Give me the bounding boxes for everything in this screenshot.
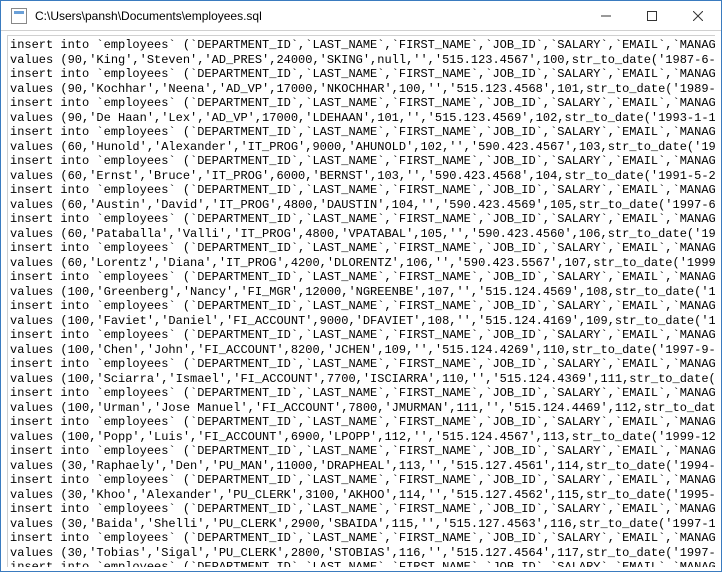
window-title: C:\Users\pansh\Documents\employees.sql bbox=[35, 9, 262, 23]
content-area: insert into `employees` (`DEPARTMENT_ID`… bbox=[1, 31, 721, 571]
sql-line: values (100,'Greenberg','Nancy','FI_MGR'… bbox=[10, 285, 715, 300]
sql-line: insert into `employees` (`DEPARTMENT_ID`… bbox=[10, 67, 715, 82]
sql-line: values (90,'King','Steven','AD_PRES',240… bbox=[10, 53, 715, 68]
maximize-button[interactable] bbox=[629, 1, 675, 30]
sql-line: insert into `employees` (`DEPARTMENT_ID`… bbox=[10, 212, 715, 227]
sql-line: values (100,'Chen','John','FI_ACCOUNT',8… bbox=[10, 343, 715, 358]
sql-line: values (30,'Khoo','Alexander','PU_CLERK'… bbox=[10, 488, 715, 503]
sql-line: insert into `employees` (`DEPARTMENT_ID`… bbox=[10, 386, 715, 401]
sql-line: values (30,'Baida','Shelli','PU_CLERK',2… bbox=[10, 517, 715, 532]
sql-line: insert into `employees` (`DEPARTMENT_ID`… bbox=[10, 96, 715, 111]
sql-line: values (100,'Popp','Luis','FI_ACCOUNT',6… bbox=[10, 430, 715, 445]
sql-line: insert into `employees` (`DEPARTMENT_ID`… bbox=[10, 299, 715, 314]
sql-line: values (100,'Sciarra','Ismael','FI_ACCOU… bbox=[10, 372, 715, 387]
sql-line: insert into `employees` (`DEPARTMENT_ID`… bbox=[10, 154, 715, 169]
sql-line: insert into `employees` (`DEPARTMENT_ID`… bbox=[10, 531, 715, 546]
sql-line: values (30,'Raphaely','Den','PU_MAN',110… bbox=[10, 459, 715, 474]
sql-line: values (60,'Lorentz','Diana','IT_PROG',4… bbox=[10, 256, 715, 271]
maximize-icon bbox=[647, 11, 657, 21]
window-controls bbox=[583, 1, 721, 30]
sql-line: insert into `employees` (`DEPARTMENT_ID`… bbox=[10, 125, 715, 140]
sql-line: insert into `employees` (`DEPARTMENT_ID`… bbox=[10, 415, 715, 430]
sql-line: values (60,'Pataballa','Valli','IT_PROG'… bbox=[10, 227, 715, 242]
sql-line: values (30,'Tobias','Sigal','PU_CLERK',2… bbox=[10, 546, 715, 561]
minimize-icon bbox=[601, 11, 611, 21]
app-icon bbox=[11, 8, 27, 24]
sql-line: values (100,'Faviet','Daniel','FI_ACCOUN… bbox=[10, 314, 715, 329]
sql-line: insert into `employees` (`DEPARTMENT_ID`… bbox=[10, 38, 715, 53]
sql-line: values (60,'Hunold','Alexander','IT_PROG… bbox=[10, 140, 715, 155]
sql-line: insert into `employees` (`DEPARTMENT_ID`… bbox=[10, 357, 715, 372]
sql-line: values (90,'Kochhar','Neena','AD_VP',170… bbox=[10, 82, 715, 97]
close-button[interactable] bbox=[675, 1, 721, 30]
minimize-button[interactable] bbox=[583, 1, 629, 30]
sql-line: insert into `employees` (`DEPARTMENT_ID`… bbox=[10, 473, 715, 488]
sql-line: insert into `employees` (`DEPARTMENT_ID`… bbox=[10, 183, 715, 198]
sql-line: insert into `employees` (`DEPARTMENT_ID`… bbox=[10, 502, 715, 517]
sql-line: values (100,'Urman','Jose Manuel','FI_AC… bbox=[10, 401, 715, 416]
sql-line: insert into `employees` (`DEPARTMENT_ID`… bbox=[10, 444, 715, 459]
window-titlebar[interactable]: C:\Users\pansh\Documents\employees.sql bbox=[1, 1, 721, 31]
sql-line: insert into `employees` (`DEPARTMENT_ID`… bbox=[10, 241, 715, 256]
sql-line: values (60,'Ernst','Bruce','IT_PROG',600… bbox=[10, 169, 715, 184]
close-icon bbox=[693, 11, 703, 21]
sql-line: values (90,'De Haan','Lex','AD_VP',17000… bbox=[10, 111, 715, 126]
sql-line: insert into `employees` (`DEPARTMENT_ID`… bbox=[10, 270, 715, 285]
sql-text-area[interactable]: insert into `employees` (`DEPARTMENT_ID`… bbox=[7, 35, 715, 567]
sql-line: values (60,'Austin','David','IT_PROG',48… bbox=[10, 198, 715, 213]
sql-line: insert into `employees` (`DEPARTMENT_ID`… bbox=[10, 560, 715, 567]
sql-line: insert into `employees` (`DEPARTMENT_ID`… bbox=[10, 328, 715, 343]
